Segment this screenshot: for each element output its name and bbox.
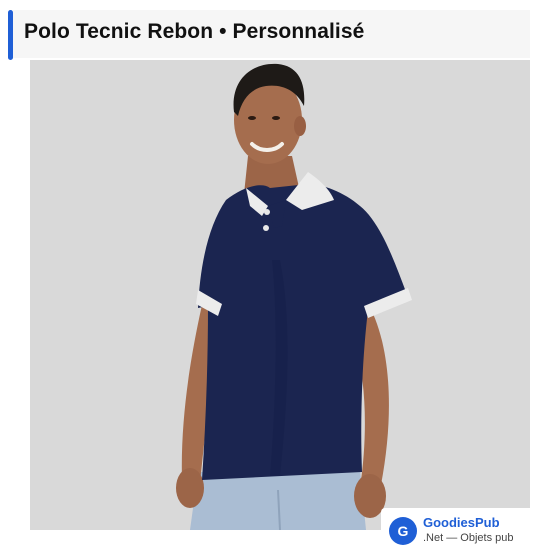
brand-logo: G: [389, 517, 417, 545]
product-card: Polo Tecnic Rebon • Personnalisé G Goodi…: [0, 0, 560, 560]
page-title: Polo Tecnic Rebon • Personnalisé: [24, 20, 365, 43]
brand-tagline: .Net — Objets pub: [423, 532, 514, 544]
polo-illustration: [30, 60, 530, 530]
product-photo: [30, 60, 530, 530]
accent-bar: [8, 10, 13, 60]
brand-name: GoodiesPub: [423, 515, 500, 530]
brand-watermark[interactable]: G GoodiesPub .Net — Objets pub: [381, 508, 531, 554]
